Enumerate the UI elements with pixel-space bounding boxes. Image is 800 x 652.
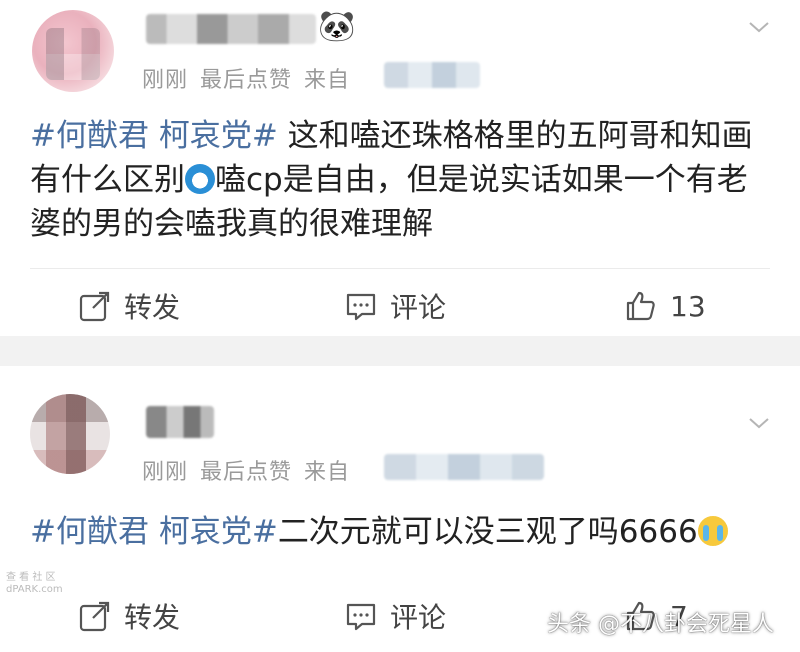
post-time: 刚刚: [142, 68, 189, 93]
source-label: 来自: [304, 68, 351, 93]
like-count: 13: [670, 289, 706, 323]
comment-icon: [346, 293, 376, 321]
post-meta: 刚刚 最后点赞 来自: [142, 454, 362, 486]
post-separator: [0, 336, 800, 366]
source-blurred: [384, 454, 544, 480]
topic-link[interactable]: #何猷君 柯哀党#: [30, 118, 278, 154]
like-button[interactable]: 13: [624, 276, 706, 336]
watermark-line-2: dPARK.com: [6, 584, 63, 595]
repost-button[interactable]: 转发: [78, 276, 180, 336]
post-content: #何猷君 柯哀党# 这和嗑还珠格格里的五阿哥和知画有什么区别 嗑cp是自由，但是说…: [30, 114, 770, 246]
repost-label: 转发: [124, 601, 181, 634]
topic-link[interactable]: #何猷君 柯哀党#: [30, 514, 278, 550]
repost-icon: [79, 291, 110, 322]
panda-icon: 🐼: [318, 9, 356, 44]
comment-button[interactable]: 评论: [344, 276, 446, 336]
thumbs-up-icon: [626, 291, 655, 321]
post-status: 最后点赞: [200, 68, 293, 93]
repost-label: 转发: [124, 291, 181, 324]
crying-emoji-icon: [697, 516, 728, 546]
comment-icon: [346, 603, 376, 631]
post-text: 二次元就可以没三观了吗6666: [277, 514, 698, 550]
username-blurred[interactable]: [146, 14, 316, 44]
watermark-line-1: 查 看 社 区: [6, 572, 56, 583]
divider: [30, 268, 770, 269]
weibo-post-1: 🐼 刚刚 最后点赞 来自 #何猷君 柯哀党# 这和嗑还珠格格里的五阿哥和知画有什么区…: [0, 0, 800, 336]
post-content: #何猷君 柯哀党#二次元就可以没三观了吗6666: [30, 510, 770, 554]
post-meta: 刚刚 最后点赞 来自: [142, 62, 362, 94]
post-time: 刚刚: [142, 460, 189, 485]
chevron-down-icon[interactable]: [748, 16, 770, 38]
username-blurred[interactable]: [146, 406, 214, 438]
comment-label: 评论: [390, 601, 447, 634]
site-watermark: 查 看 社 区 dPARK.com: [6, 572, 63, 596]
action-bar: 转发 评论 13: [0, 276, 800, 336]
repost-button[interactable]: 转发: [78, 586, 180, 646]
avatar[interactable]: [32, 10, 114, 92]
avatar[interactable]: [30, 394, 110, 474]
repost-icon: [79, 601, 110, 632]
chevron-down-icon[interactable]: [748, 412, 770, 434]
comment-button[interactable]: 评论: [344, 586, 446, 646]
source-label: 来自: [304, 460, 351, 485]
toutiao-watermark: 头条 @不八卦会死星人: [547, 612, 774, 637]
source-blurred: [384, 62, 480, 88]
post-status: 最后点赞: [200, 460, 293, 485]
doraemon-emoji-icon: [185, 164, 215, 194]
comment-label: 评论: [390, 291, 447, 324]
